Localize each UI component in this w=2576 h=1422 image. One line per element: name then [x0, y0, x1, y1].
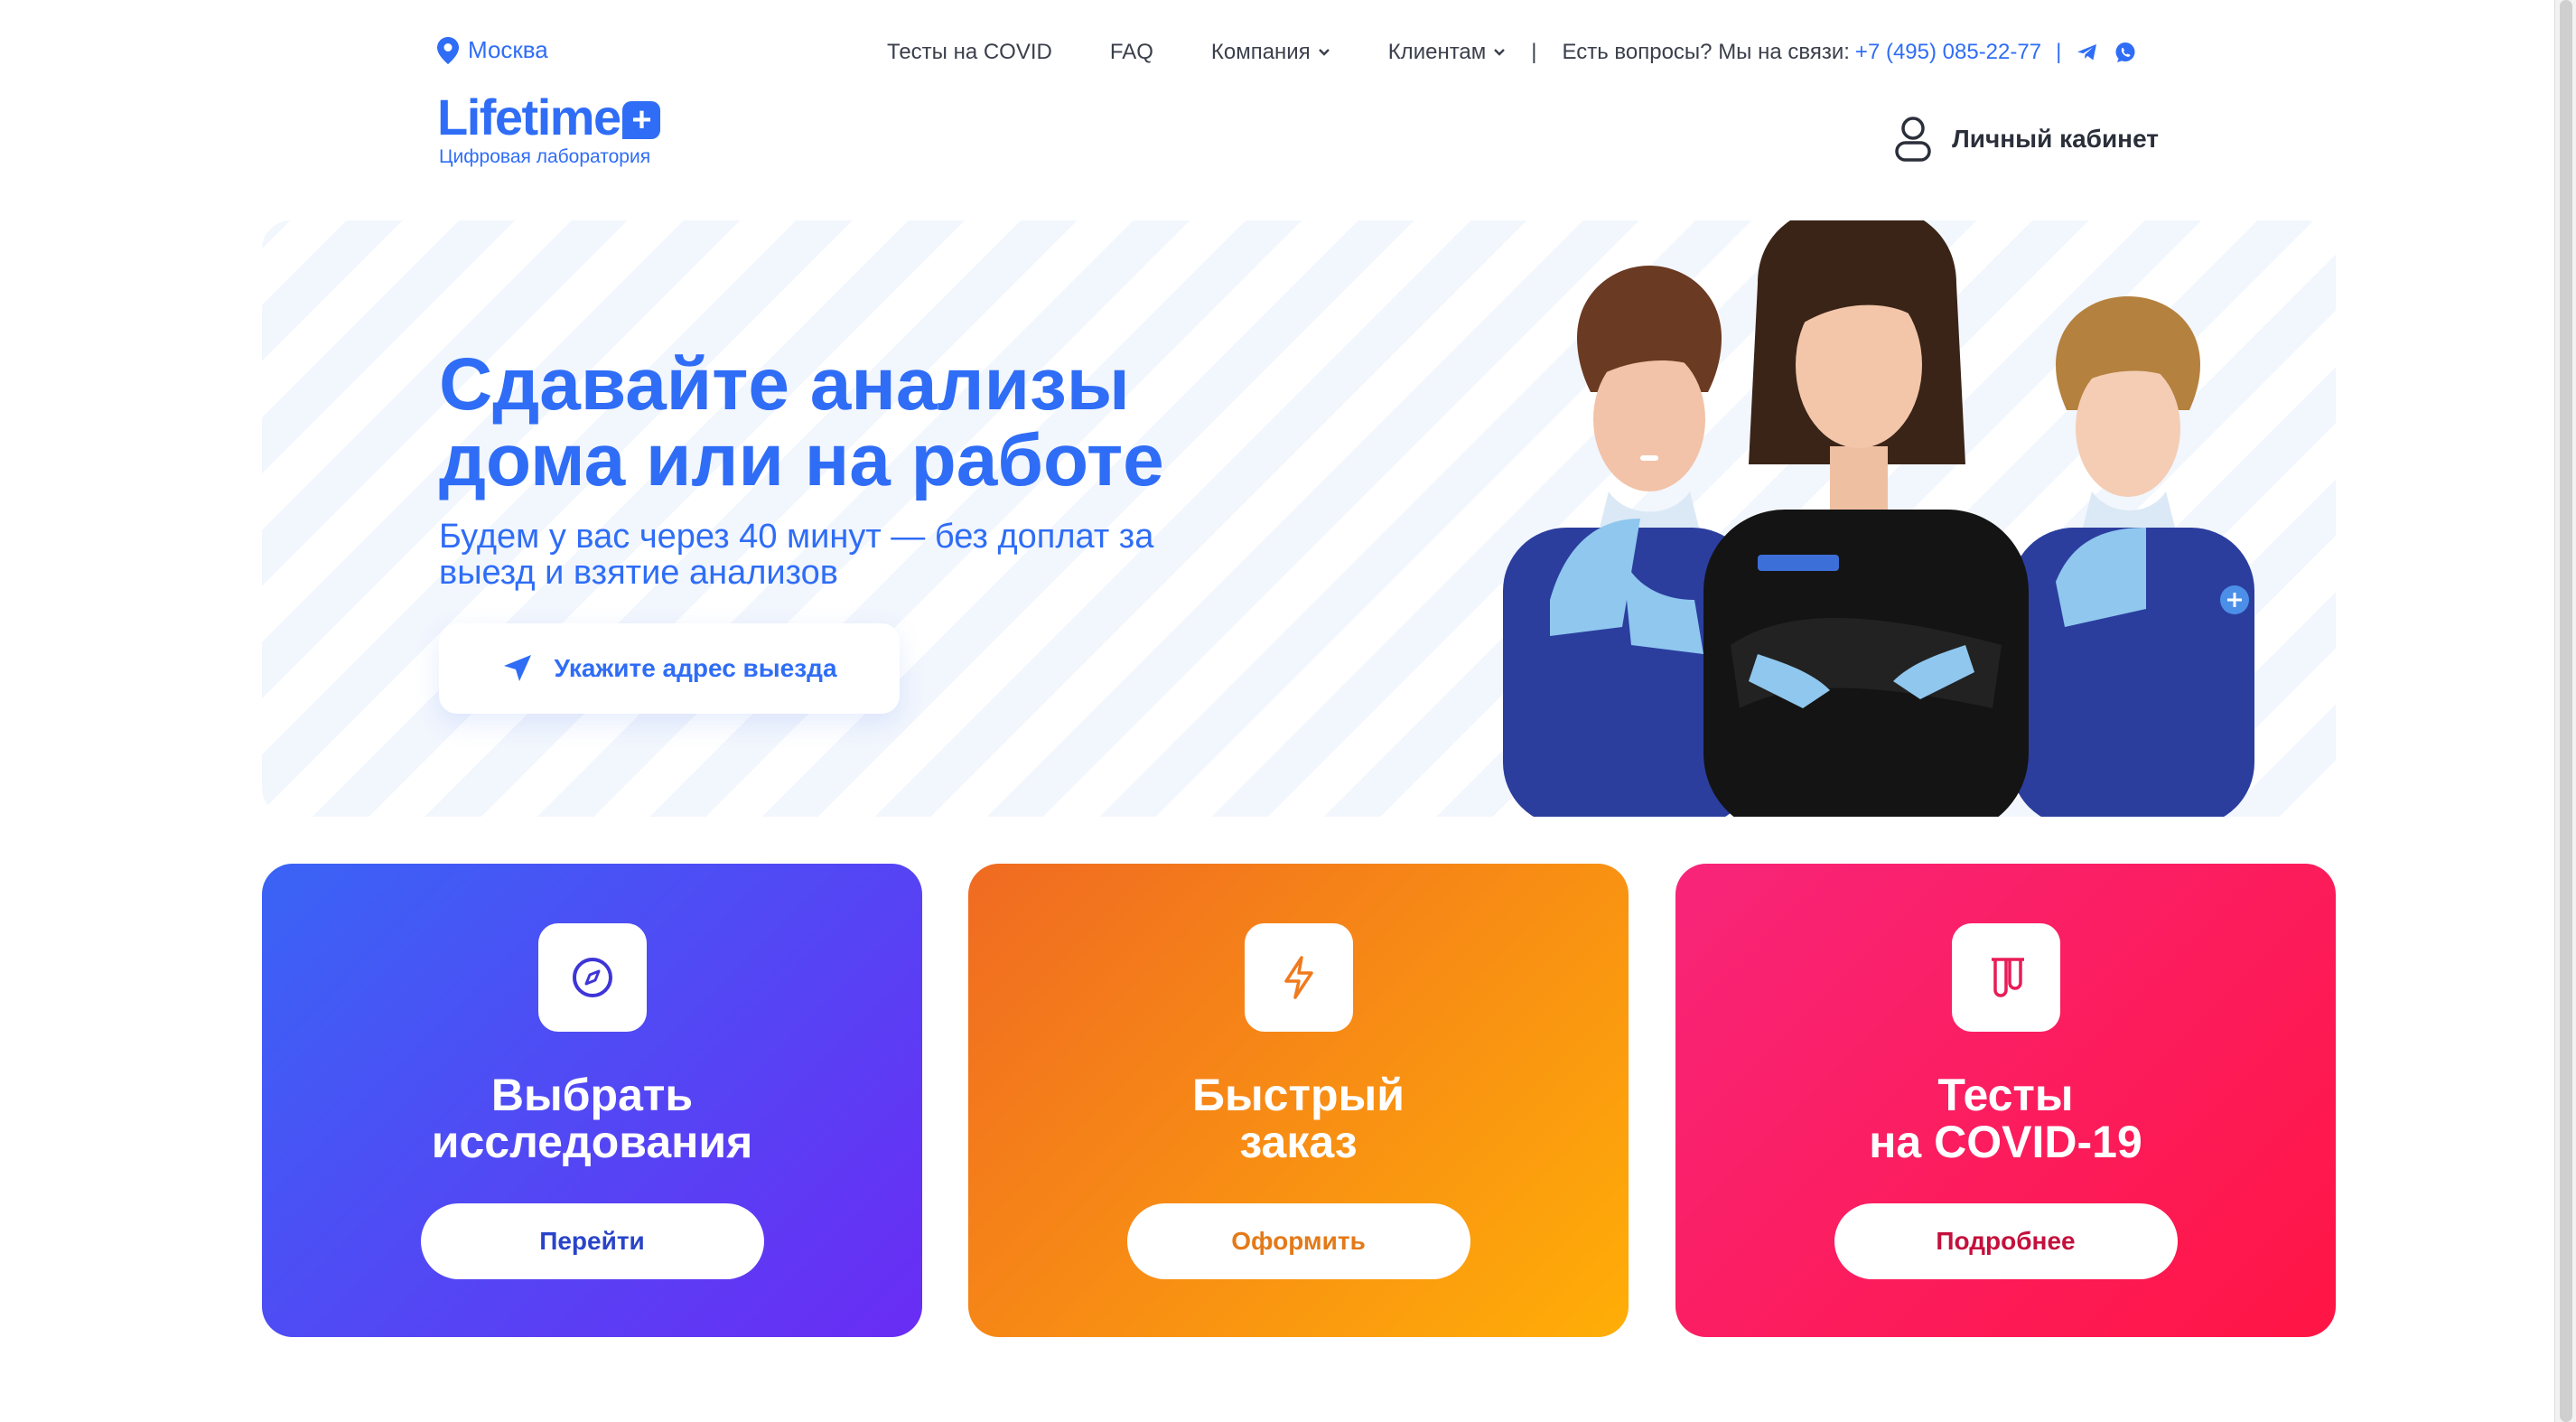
lightning-icon — [1283, 956, 1313, 999]
card-icon-box — [537, 923, 647, 1032]
go-button[interactable]: Перейти — [420, 1203, 764, 1279]
nav-item-label: Клиентам — [1387, 40, 1487, 64]
logo[interactable]: Lifetime + Цифровая лаборатория — [437, 92, 660, 168]
card-choose-tests[interactable]: Выбрать исследования Перейти — [262, 864, 922, 1337]
page-scrollbar[interactable] — [2554, 0, 2576, 1422]
city-name: Москва — [468, 36, 548, 63]
card-title: Быстрый заказ — [1192, 1070, 1405, 1167]
logo-subtitle: Цифровая лаборатория — [439, 146, 651, 167]
card-covid-tests[interactable]: Тесты на COVID-19 Подробнее — [1675, 864, 2336, 1337]
card-icon-box — [1951, 923, 2060, 1032]
card-quick-order[interactable]: Быстрый заказ Оформить — [968, 864, 1629, 1337]
details-button[interactable]: Подробнее — [1834, 1203, 2178, 1279]
account-link[interactable]: Личный кабинет — [1894, 116, 2159, 163]
telegram-icon[interactable] — [2076, 41, 2099, 64]
nav-item-company[interactable]: Компания — [1211, 40, 1330, 65]
card-icon-box — [1244, 923, 1353, 1032]
contact-text: Есть вопросы? Мы на связи: — [1562, 40, 1850, 64]
nav-item-covid-tests[interactable]: Тесты на COVID — [887, 40, 1052, 65]
nav-item-label: Тесты на COVID — [887, 40, 1052, 64]
contact-separator: | — [2056, 40, 2062, 64]
address-button[interactable]: Укажите адрес выезда — [439, 623, 900, 714]
hero-staff-photo — [1503, 220, 2254, 817]
address-button-label: Укажите адрес выезда — [554, 654, 837, 682]
logo-plus-icon: + — [621, 101, 660, 139]
card-title: Выбрать исследования — [431, 1070, 753, 1167]
hero-banner: Сдавайте анализы дома или на работе Буде… — [262, 220, 2336, 817]
city-selector[interactable]: Москва — [437, 36, 548, 64]
logo-word: Lifetime — [437, 89, 621, 145]
scrollbar-thumb[interactable] — [2560, 0, 2572, 1422]
top-navigation: Тесты на COVID FAQ Компания Клиентам | Е… — [887, 40, 2151, 65]
account-label: Личный кабинет — [1952, 125, 2159, 153]
user-icon — [1895, 117, 1931, 162]
card-title: Тесты на COVID-19 — [1869, 1070, 2142, 1167]
nav-item-label: Компания — [1210, 40, 1311, 64]
chevron-down-icon — [1494, 49, 1506, 56]
test-tubes-icon — [1991, 958, 2024, 997]
nav-item-label: FAQ — [1109, 40, 1153, 64]
nav-item-faq[interactable]: FAQ — [1110, 40, 1153, 65]
whatsapp-icon[interactable] — [2114, 41, 2137, 64]
chevron-down-icon — [1318, 49, 1330, 56]
location-pin-icon — [437, 36, 459, 64]
hero-subtitle: Будем у вас через 40 минут — без доплат … — [439, 518, 1154, 592]
place-order-button[interactable]: Оформить — [1126, 1203, 1470, 1279]
nav-item-clients[interactable]: Клиентам — [1388, 40, 1507, 65]
navigation-arrow-icon — [504, 655, 532, 681]
phone-link[interactable]: +7 (495) 085-22-77 — [1855, 40, 2041, 65]
compass-icon — [572, 958, 612, 997]
nav-separator: | — [1531, 40, 1537, 64]
staff-center — [1703, 220, 2029, 817]
staff-right — [2011, 296, 2254, 817]
hero-title: Сдавайте анализы дома или на работе — [439, 343, 1164, 501]
